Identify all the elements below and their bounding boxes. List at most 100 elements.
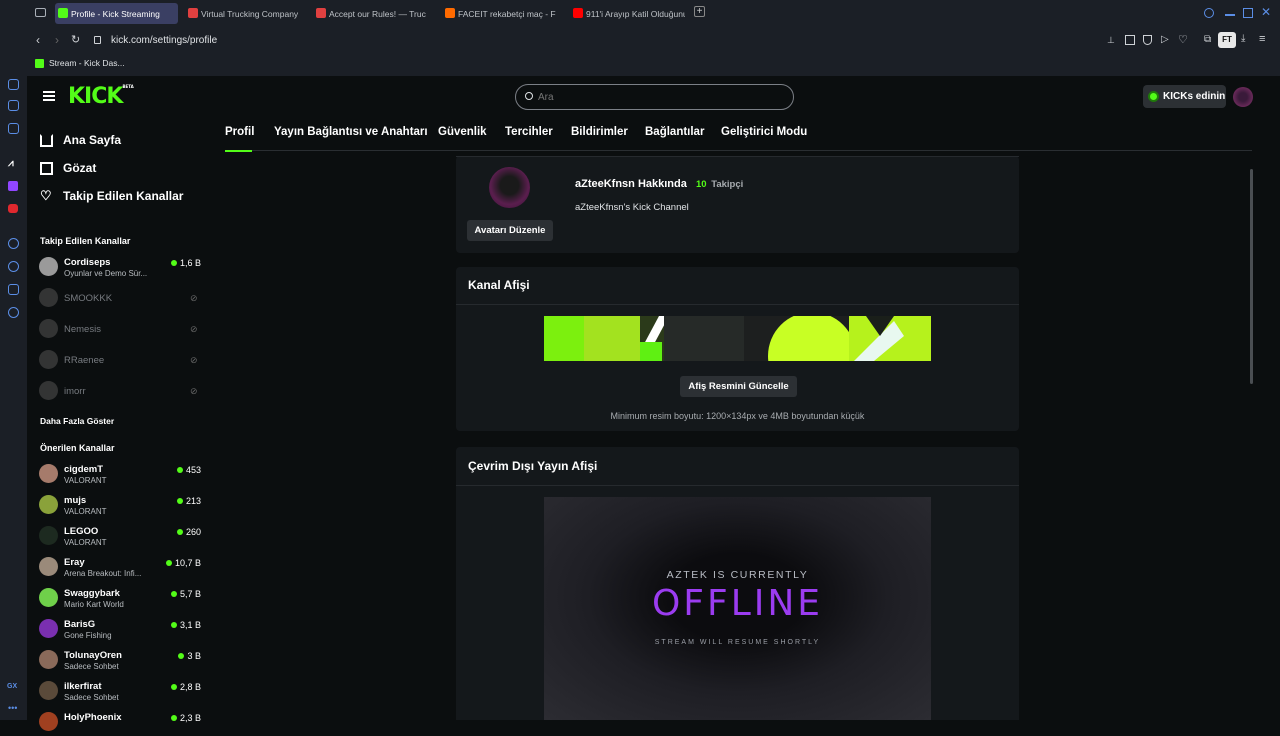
new-tab-icon[interactable]: + <box>694 6 705 17</box>
kicks-label: KICKs edinin <box>1163 91 1226 102</box>
search-input[interactable] <box>538 89 778 106</box>
bookmark-item[interactable]: Stream - Kick Das... <box>35 58 125 68</box>
browser-tab-4[interactable]: 911'i Arayıp Katil Olduğunu <box>570 3 685 24</box>
channel-item[interactable]: TolunayOren Sadece Sohbet 3 B <box>39 648 201 674</box>
channel-item[interactable]: cigdemT VALORANT 453 <box>39 462 201 488</box>
tab-security[interactable]: Güvenlik <box>438 126 487 138</box>
extensions-toolbar-icon[interactable]: ⧉ <box>1204 34 1211 45</box>
channel-item[interactable]: RRaenee ⊘ <box>39 348 198 374</box>
tab-developer[interactable]: Geliştirici Modu <box>721 126 807 138</box>
profile-badge[interactable]: FT <box>1218 32 1236 48</box>
live-dot-icon <box>170 260 177 266</box>
shield-icon[interactable] <box>1143 35 1152 45</box>
back-icon[interactable]: ‹ <box>36 33 40 47</box>
channel-name: SMOOKKK <box>64 293 113 304</box>
tab-stream-key[interactable]: Yayın Bağlantısı ve Anahtarı <box>274 126 428 138</box>
extensions-icon[interactable] <box>8 284 19 295</box>
opera-sidebar: ⩘ GX ••• <box>0 0 27 720</box>
tab-preferences[interactable]: Tercihler <box>505 126 553 138</box>
tab-notifications[interactable]: Bildirimler <box>571 126 628 138</box>
channel-name: imorr <box>64 386 86 397</box>
channel-category: VALORANT <box>64 476 107 485</box>
maximize-icon[interactable] <box>1243 8 1253 18</box>
browser-tab-1[interactable]: Virtual Trucking Company <box>185 3 300 24</box>
kick-sidebar-icon[interactable]: ⩘ <box>8 158 19 169</box>
bio: aZteeKfnsn's Kick Channel <box>575 202 689 213</box>
banner-artwork <box>544 316 931 361</box>
channel-name: LEGOO <box>64 526 99 537</box>
channel-name: Cordiseps <box>64 257 111 268</box>
tab-title: Profile - Kick Streaming <box>71 8 160 19</box>
url-field[interactable]: kick.com/settings/profile <box>111 35 217 46</box>
edit-avatar-button[interactable]: Avatarı Düzenle <box>467 220 553 241</box>
channel-item[interactable]: Swaggybark Mario Kart World 5,7 B <box>39 586 201 612</box>
kick-logo[interactable]: KICKBETA <box>68 84 134 109</box>
download-icon[interactable]: ⤓ <box>1241 33 1245 44</box>
channel-item[interactable]: Cordiseps Oyunlar ve Demo Sür... 1,6 B <box>39 255 201 281</box>
live-dot-icon <box>170 622 177 628</box>
snapshot-toolbar-icon[interactable] <box>1125 35 1135 45</box>
update-banner-button[interactable]: Afiş Resmini Güncelle <box>680 376 797 397</box>
reload-icon[interactable]: ↻ <box>71 33 80 46</box>
browser-tab-2[interactable]: Accept our Rules! — Truc <box>313 3 428 24</box>
player-icon[interactable] <box>8 238 19 249</box>
avatar <box>39 619 58 638</box>
avatar <box>39 495 58 514</box>
heart-toolbar-icon[interactable]: ♡ <box>1178 33 1188 46</box>
show-more-link[interactable]: Daha Fazla Göster <box>40 416 114 426</box>
gx-icon[interactable]: GX <box>7 683 17 690</box>
messenger-icon[interactable] <box>8 123 19 134</box>
nav-browse[interactable]: Gözat <box>40 158 96 178</box>
search-box[interactable] <box>515 84 794 110</box>
browser-tab-0[interactable]: Profile - Kick Streaming <box>55 3 178 24</box>
channel-item[interactable]: Eray Arena Breakout: Infi... 10,7 B <box>39 555 201 581</box>
banner-hint: Minimum resim boyutu: 1200×134px ve 4MB … <box>610 411 865 421</box>
tab-island-icon[interactable] <box>35 8 46 17</box>
viewer-count: 3 B <box>178 651 201 661</box>
search-tabs-icon[interactable] <box>1204 8 1214 18</box>
channel-item[interactable]: mujs VALORANT 213 <box>39 493 201 519</box>
channel-item[interactable]: Nemesis ⊘ <box>39 317 198 343</box>
channel-category: VALORANT <box>64 507 107 516</box>
profile-avatar[interactable] <box>489 167 530 208</box>
youtube-icon[interactable] <box>8 204 18 213</box>
tab-connections[interactable]: Bağlantılar <box>645 126 704 138</box>
play-icon[interactable]: ▷ <box>1161 34 1169 45</box>
nav-home[interactable]: Ana Sayfa <box>40 130 121 150</box>
viewer-count: 453 <box>176 465 201 475</box>
history-icon[interactable] <box>8 261 19 272</box>
avatar <box>39 712 58 731</box>
channel-item[interactable]: HolyPhoenix 2,3 B <box>39 710 201 736</box>
truck-favicon-icon <box>316 8 326 18</box>
settings-icon[interactable] <box>8 307 19 318</box>
channel-item[interactable]: imorr ⊘ <box>39 379 198 405</box>
avatar <box>39 381 58 400</box>
channel-item[interactable]: SMOOKKK ⊘ <box>39 286 198 312</box>
heart-icon: ♡ <box>40 187 52 203</box>
forward-icon[interactable]: › <box>55 33 59 47</box>
close-icon[interactable]: ✕ <box>1261 5 1271 19</box>
flow-icon[interactable] <box>8 79 19 90</box>
kick-favicon-icon <box>58 8 68 18</box>
tab-profile[interactable]: Profil <box>225 126 254 138</box>
tab-title: 911'i Arayıp Katil Olduğunu <box>586 8 685 19</box>
menu-icon[interactable]: ≡ <box>1259 33 1265 45</box>
user-avatar[interactable] <box>1233 87 1253 107</box>
nav-label: Gözat <box>63 161 97 175</box>
channel-item[interactable]: ilkerfirat Sadece Sohbet 2,8 B <box>39 679 201 705</box>
offline-icon: ⊘ <box>190 355 198 365</box>
pin-icon[interactable]: ⊥ <box>1107 35 1115 46</box>
get-kicks-button[interactable]: KICKs edinin <box>1143 85 1226 108</box>
offline-icon: ⊘ <box>190 386 198 396</box>
more-icon[interactable]: ••• <box>8 703 17 713</box>
page-scrollbar[interactable] <box>1250 169 1253 384</box>
snapshot-icon[interactable] <box>8 100 19 111</box>
browser-tab-3[interactable]: FACEIT rekabetçi maç - F <box>442 3 557 24</box>
twitch-icon[interactable] <box>8 181 18 191</box>
hamburger-icon[interactable] <box>43 91 55 101</box>
minimize-icon[interactable] <box>1225 14 1235 16</box>
channel-item[interactable]: LEGOO VALORANT 260 <box>39 524 201 550</box>
kick-top-nav: KICKBETA KICKs edinin <box>27 76 1280 118</box>
nav-following[interactable]: ♡ Takip Edilen Kanallar <box>40 186 183 206</box>
channel-item[interactable]: BarisG Gone Fishing 3,1 B <box>39 617 201 643</box>
